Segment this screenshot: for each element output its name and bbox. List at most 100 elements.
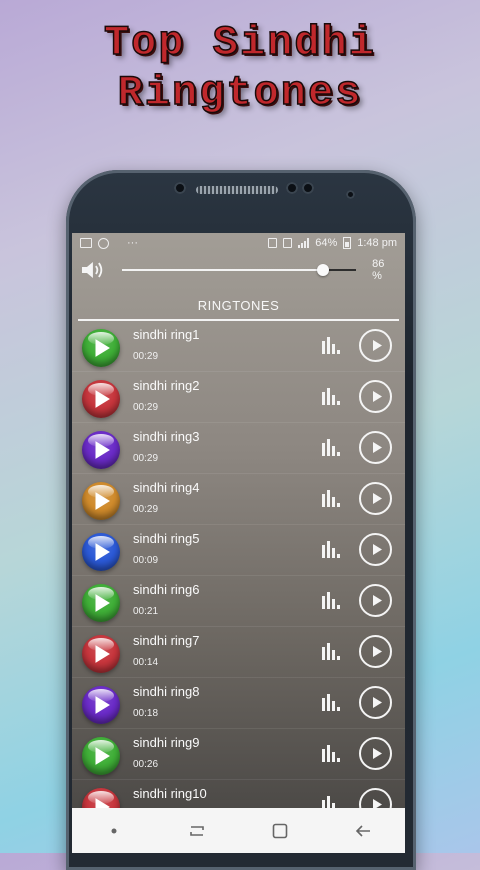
play-button[interactable] xyxy=(359,737,392,770)
front-sensor xyxy=(174,182,186,194)
ringtone-row[interactable]: sindhi ring9 00:26 xyxy=(72,729,405,780)
equalizer-icon[interactable] xyxy=(320,386,344,406)
ringtone-row[interactable]: sindhi ring7 00:14 xyxy=(72,627,405,678)
promo-title-line2: Ringtones xyxy=(117,68,363,118)
ringtone-duration: 00:21 xyxy=(133,606,159,617)
play-button[interactable] xyxy=(359,533,392,566)
ringtone-play-orb[interactable] xyxy=(82,635,120,673)
play-button[interactable] xyxy=(359,635,392,668)
promo-title: Top Sindhi Ringtones xyxy=(0,18,480,118)
tab-ringtones[interactable]: RINGTONES xyxy=(72,291,405,319)
ringtone-name: sindhi ring7 xyxy=(133,633,200,648)
play-icon xyxy=(95,339,110,357)
play-icon xyxy=(95,696,110,714)
more-notifications: ··· xyxy=(127,237,138,249)
battery-icon xyxy=(343,237,352,249)
ringtone-play-orb[interactable] xyxy=(82,431,120,469)
app-notification-icon xyxy=(98,237,109,249)
ringtone-row[interactable]: sindhi ring3 00:29 xyxy=(72,423,405,474)
ringtone-name: sindhi ring9 xyxy=(133,735,200,750)
equalizer-icon[interactable] xyxy=(320,692,344,712)
volume-percent: 86 % xyxy=(372,258,385,282)
promo-title-line1: Top Sindhi xyxy=(103,18,377,68)
play-icon xyxy=(373,595,382,606)
ringtone-name: sindhi ring3 xyxy=(133,429,200,444)
play-button[interactable] xyxy=(359,584,392,617)
volume-thumb[interactable] xyxy=(317,264,330,276)
ringtone-play-orb[interactable] xyxy=(82,533,120,571)
battery-percent: 64% xyxy=(315,237,338,249)
app-screen: ··· 64% 1:48 pm 86 % RINGTONES sindhi ri… xyxy=(72,233,405,853)
sim2-icon xyxy=(283,238,293,248)
play-icon xyxy=(95,747,110,765)
ringtone-list: sindhi ring1 00:29 sindhi ring2 00:29 sindhi… xyxy=(72,321,405,831)
equalizer-icon[interactable] xyxy=(320,437,344,457)
equalizer-icon[interactable] xyxy=(320,488,344,508)
equalizer-icon[interactable] xyxy=(320,641,344,661)
equalizer-icon[interactable] xyxy=(320,590,344,610)
speaker-icon[interactable] xyxy=(80,259,106,281)
clock: 1:48 pm xyxy=(357,237,397,249)
ringtone-play-orb[interactable] xyxy=(82,380,120,418)
ringtone-play-orb[interactable] xyxy=(82,329,120,367)
ringtone-row[interactable]: sindhi ring1 00:29 xyxy=(72,321,405,372)
volume-row: 86 % xyxy=(72,253,405,287)
play-button[interactable] xyxy=(359,431,392,464)
ringtone-name: sindhi ring8 xyxy=(133,684,200,699)
dot-icon xyxy=(111,828,117,833)
ringtone-row[interactable]: sindhi ring4 00:29 xyxy=(72,474,405,525)
status-bar: ··· 64% 1:48 pm xyxy=(72,233,405,253)
front-sensor xyxy=(302,182,314,194)
play-icon xyxy=(373,442,382,453)
ringtone-play-orb[interactable] xyxy=(82,584,120,622)
ringtone-name: sindhi ring6 xyxy=(133,582,200,597)
play-icon xyxy=(95,441,110,459)
signal-icon xyxy=(298,238,310,248)
play-icon xyxy=(95,594,110,612)
play-icon xyxy=(373,544,382,555)
home-icon xyxy=(272,823,288,838)
back-button[interactable] xyxy=(343,816,383,846)
ringtone-duration: 00:29 xyxy=(133,402,159,413)
ringtone-play-orb[interactable] xyxy=(82,482,120,520)
ringtone-play-orb[interactable] xyxy=(82,737,120,775)
play-icon xyxy=(373,646,382,657)
home-button[interactable] xyxy=(260,816,300,846)
recent-apps-icon xyxy=(190,825,204,836)
ringtone-row[interactable]: sindhi ring8 00:18 xyxy=(72,678,405,729)
nav-dot-button[interactable] xyxy=(94,816,134,846)
ringtone-row[interactable]: sindhi ring5 00:09 xyxy=(72,525,405,576)
equalizer-icon[interactable] xyxy=(320,335,344,355)
ringtone-row[interactable]: sindhi ring6 00:21 xyxy=(72,576,405,627)
ringtone-duration: 00:29 xyxy=(133,351,159,362)
play-icon xyxy=(95,543,110,561)
ringtone-name: sindhi ring5 xyxy=(133,531,200,546)
ringtone-duration: 00:29 xyxy=(133,504,159,515)
equalizer-icon[interactable] xyxy=(320,539,344,559)
recent-apps-button[interactable] xyxy=(177,816,217,846)
front-camera xyxy=(346,190,355,199)
play-icon xyxy=(373,748,382,759)
ringtone-name: sindhi ring10 xyxy=(133,786,207,801)
play-icon xyxy=(95,645,110,663)
ringtone-row[interactable]: sindhi ring2 00:29 xyxy=(72,372,405,423)
play-icon xyxy=(95,390,110,408)
ringtone-duration: 00:09 xyxy=(133,555,159,566)
volume-fill xyxy=(121,269,324,271)
gallery-notification-icon xyxy=(80,238,92,248)
system-nav-bar xyxy=(72,808,405,853)
play-icon xyxy=(373,391,382,402)
ringtone-play-orb[interactable] xyxy=(82,686,120,724)
ringtone-name: sindhi ring4 xyxy=(133,480,200,495)
front-sensor xyxy=(286,182,298,194)
play-icon xyxy=(373,493,382,504)
play-button[interactable] xyxy=(359,686,392,719)
play-icon xyxy=(95,492,110,510)
volume-slider[interactable] xyxy=(121,262,357,278)
ringtone-duration: 00:18 xyxy=(133,708,159,719)
back-icon xyxy=(356,824,371,837)
play-button[interactable] xyxy=(359,482,392,515)
play-button[interactable] xyxy=(359,329,392,362)
play-button[interactable] xyxy=(359,380,392,413)
equalizer-icon[interactable] xyxy=(320,743,344,763)
